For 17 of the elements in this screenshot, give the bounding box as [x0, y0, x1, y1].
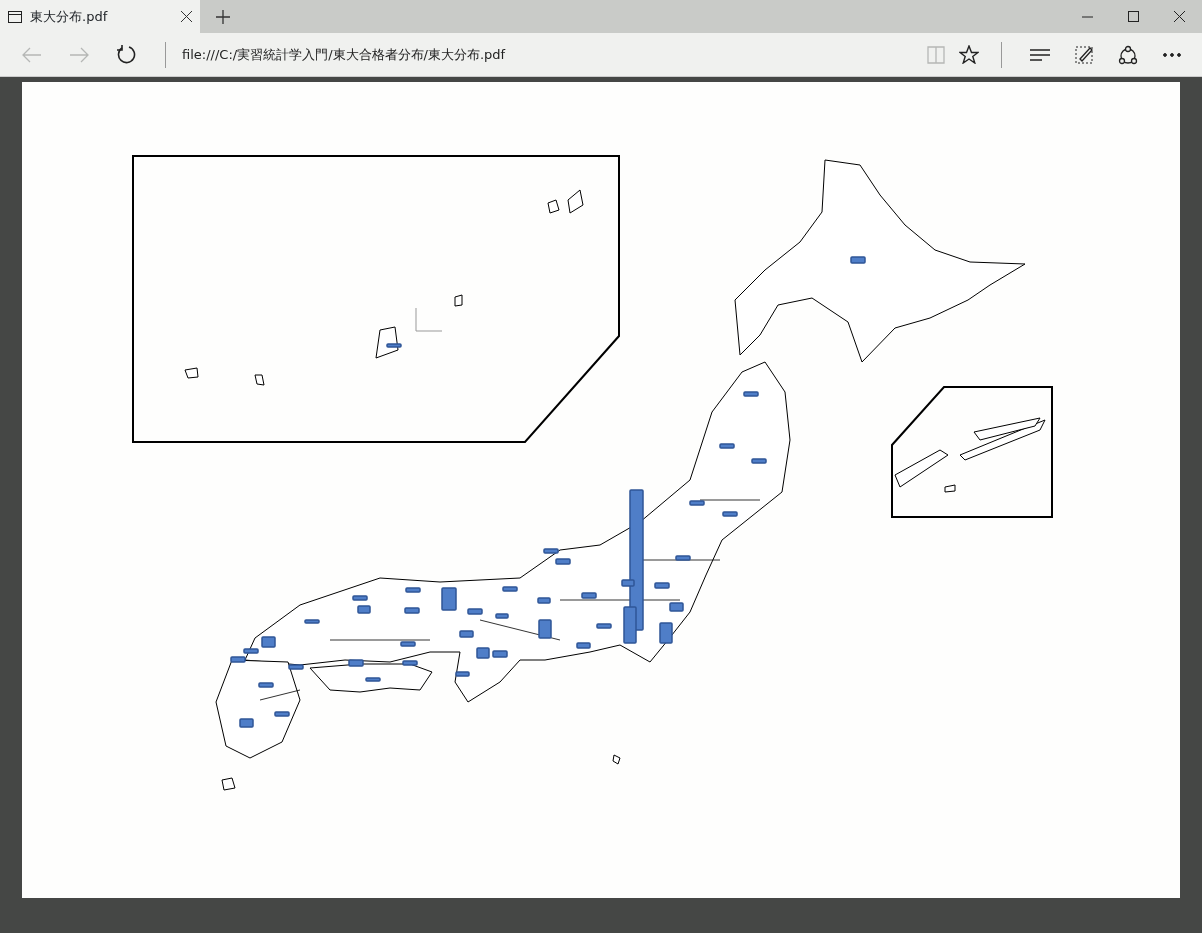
plus-icon — [216, 9, 230, 24]
close-icon — [1173, 11, 1185, 22]
back-arrow-icon — [20, 45, 43, 64]
refresh-icon — [115, 44, 136, 65]
close-tab-icon[interactable] — [181, 11, 192, 22]
browser-tab[interactable]: 東大分布.pdf — [0, 0, 200, 33]
star-icon — [958, 45, 979, 64]
more-icon — [1162, 51, 1182, 58]
pen-square-icon — [1074, 44, 1094, 65]
book-icon — [926, 44, 945, 65]
minimize-icon — [1081, 15, 1093, 18]
maximize-icon — [1127, 11, 1139, 22]
forward-arrow-icon — [67, 45, 90, 64]
tab-title: 東大分布.pdf — [30, 7, 109, 26]
share-circle-icon — [1118, 44, 1138, 65]
page-icon — [8, 10, 22, 23]
lines-icon — [1030, 47, 1050, 62]
